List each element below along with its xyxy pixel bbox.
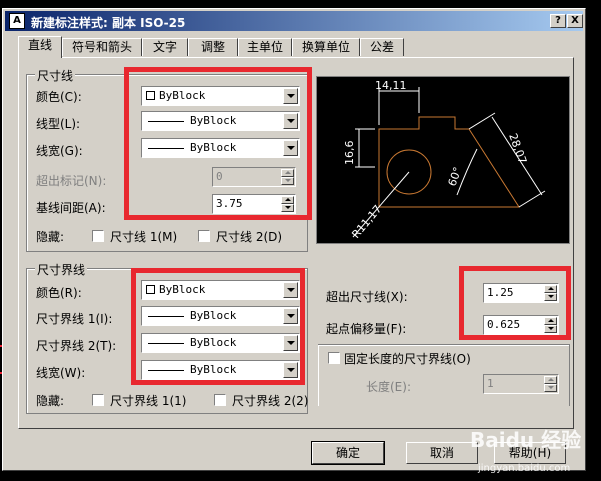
fixed-length-checkbox[interactable] — [328, 352, 340, 364]
highlight-ext-lines — [131, 268, 305, 385]
suppress-ext1-checkbox[interactable] — [92, 394, 104, 406]
ext-lines-title: 尺寸界线 — [35, 261, 88, 278]
suppress-dim2-label[interactable]: 尺寸线 2(D) — [216, 228, 282, 245]
tab-primary-units[interactable]: 主单位 — [238, 38, 292, 56]
offset-label: 起点偏移量(F): — [326, 322, 407, 336]
preview-dim-angle: 60° — [446, 165, 465, 188]
suppress-dim1-checkbox[interactable] — [92, 230, 104, 242]
dim-lines-title: 尺寸线 — [35, 67, 76, 84]
dim-color-label: 颜色(C): — [36, 90, 82, 104]
watermark-logo: Baidu 经验 — [470, 428, 582, 452]
help-title-button[interactable]: ? — [550, 14, 566, 28]
preview-dim-top: 14,11 — [375, 79, 407, 92]
suppress-ext2-label[interactable]: 尺寸界线 2(2) — [232, 392, 308, 409]
ext-lineweight-label: 线宽(W): — [36, 366, 86, 380]
suppress-ext2-checkbox[interactable] — [214, 394, 226, 406]
highlight-offsets — [459, 266, 571, 340]
dim-linetype-label: 线型(L): — [36, 117, 81, 131]
preview-dim-radius: R11,17 — [349, 203, 384, 241]
ext1-linetype-label: 尺寸界线 1(I): — [36, 312, 113, 326]
app-icon: A — [9, 13, 25, 29]
length-value: 1 — [487, 377, 494, 390]
close-button[interactable]: X — [567, 14, 583, 28]
ext2-linetype-label: 尺寸界线 2(T): — [36, 339, 117, 353]
tab-symbols-arrows[interactable]: 符号和箭头 — [62, 38, 142, 56]
extend-beyond-label: 超出尺寸线(X): — [326, 290, 408, 304]
suppress-ext1-label[interactable]: 尺寸界线 1(1) — [110, 392, 186, 409]
ext-suppress-label: 隐藏: — [36, 394, 65, 408]
spin-down-icon[interactable] — [544, 384, 557, 392]
dialog-title: 新建标注样式: 副本 ISO-25 — [31, 16, 186, 30]
baseline-spacing-label: 基线间距(A): — [36, 201, 106, 215]
preview-dim-left: 16,6 — [343, 141, 356, 166]
fixed-length-label[interactable]: 固定长度的尺寸界线(O) — [344, 350, 471, 367]
dim-lineweight-label: 线宽(G): — [36, 144, 83, 158]
dimension-preview-drawing: 14,11 16,6 28,07 60° R11,17 — [343, 79, 546, 241]
tab-tolerances[interactable]: 公差 — [360, 38, 404, 56]
cancel-button[interactable]: 取消 — [406, 442, 478, 464]
preview-dim-diag: 28,07 — [506, 132, 529, 166]
suppress-dim1-label[interactable]: 尺寸线 1(M) — [110, 228, 177, 245]
preview-pane: 14,11 16,6 28,07 60° R11,17 — [316, 76, 570, 244]
tab-text[interactable]: 文字 — [142, 38, 188, 56]
dim-suppress-label: 隐藏: — [36, 230, 65, 244]
tab-lines[interactable]: 直线 — [18, 36, 62, 58]
title-bar[interactable]: A 新建标注样式: 副本 ISO-25 ? X — [5, 11, 583, 31]
watermark-url: jingyan.baidu.com — [478, 463, 571, 474]
length-label: 长度(E): — [366, 380, 411, 394]
ext-color-label: 颜色(R): — [36, 286, 82, 300]
preview-geometry — [378, 116, 520, 208]
spin-up-icon[interactable] — [544, 376, 557, 384]
ok-button[interactable]: 确定 — [311, 441, 385, 465]
tab-alternate-units[interactable]: 换算单位 — [292, 38, 360, 56]
highlight-dim-lines — [124, 67, 312, 220]
suppress-dim2-checkbox[interactable] — [198, 230, 210, 242]
length-spinner[interactable]: 1 — [483, 374, 559, 394]
extend-ticks-label: 超出标记(N): — [36, 174, 107, 188]
tab-fit[interactable]: 调整 — [188, 38, 238, 56]
